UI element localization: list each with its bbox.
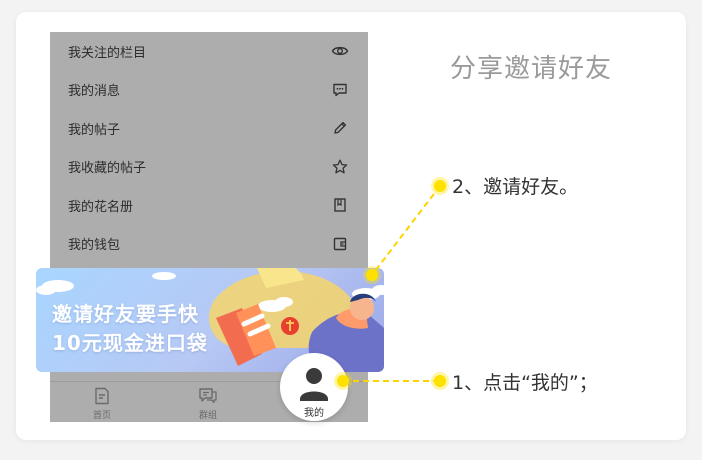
profile-highlight-dot [337,375,349,387]
banner-highlight-dot [366,269,378,281]
step-1-text: 1、点击“我的”； [452,372,598,394]
step2-dot [434,180,446,192]
step-2-text: 2、邀请好友。 [452,176,579,198]
step1-dot [434,375,446,387]
callout-line-step2 [371,185,441,276]
